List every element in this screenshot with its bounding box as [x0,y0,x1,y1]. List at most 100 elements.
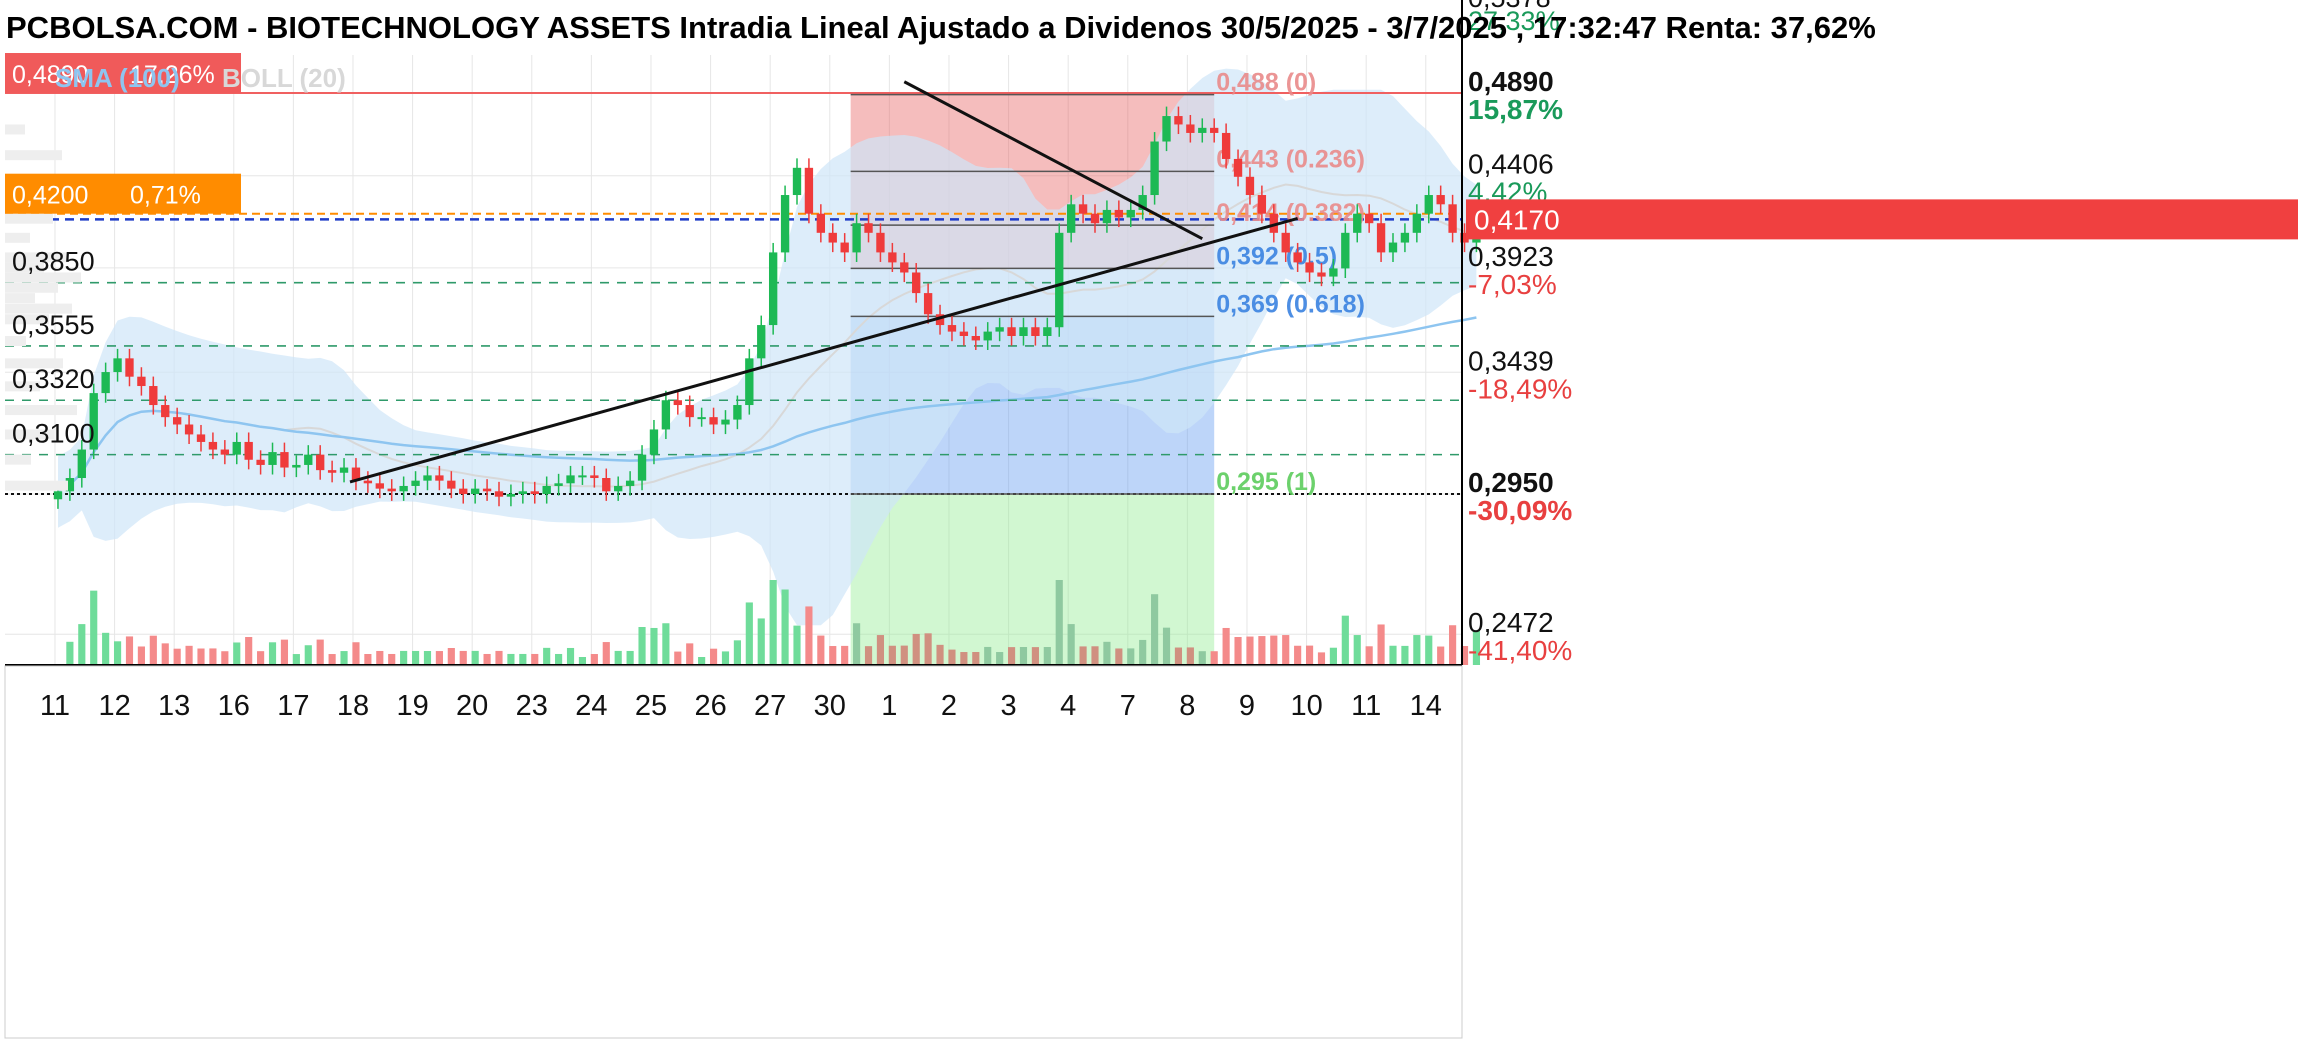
volume-bar [1139,639,1147,665]
candle-body [292,464,301,468]
candle-body [1055,232,1064,328]
volume-bar [578,657,587,665]
candle-body [1233,158,1243,177]
candle-body [113,358,122,373]
candle-body [1364,213,1374,224]
candle-body [1424,195,1433,214]
candle-body [375,483,384,489]
volume-bar [519,653,527,665]
volume-bar [1055,580,1063,665]
candle-body [316,454,325,471]
volume-bar [745,602,753,665]
candle-body [363,480,373,484]
candle-body [1198,127,1207,133]
sma-indicator-label[interactable]: SMA (100) [55,63,180,93]
volume-bar [197,648,205,665]
candle-body [125,358,134,377]
candle-body [161,405,170,418]
volume-bar [1377,624,1385,665]
candle-body [840,242,849,253]
x-tick-label: 13 [158,690,190,722]
volume-bar [233,642,241,665]
volume-bar [316,639,324,665]
candle-body [1388,242,1398,253]
x-tick-label: 10 [1290,690,1322,722]
candle-body [482,488,492,492]
volume-bar [304,645,312,665]
candle-body [959,331,969,336]
candle-body [912,272,921,294]
orange-label-price: 0,4200 [12,182,88,210]
volume-bar [1198,651,1206,665]
candle-body [780,195,790,253]
y-tick-label: 0,4890 [1468,66,1554,97]
candle-body [1317,272,1326,277]
y-tick-pct: 15,87% [1468,94,1563,125]
candle-body [53,491,63,500]
volume-bar [340,651,348,665]
volume-bar [948,649,956,665]
chart-title: PCBOLSA.COM - BIOTECHNOLOGY ASSETS Intra… [6,10,1876,45]
candle-body [852,223,861,253]
volume-bar [817,635,825,665]
volume-bar [1246,636,1254,665]
x-tick-label: 3 [1001,690,1017,722]
volume-bar [1115,648,1123,665]
volume-bar [888,645,896,665]
y-tick-pct: -41,40% [1468,635,1572,666]
volume-bar [113,641,122,665]
volume-bar [1210,651,1218,665]
volume-bar [1413,635,1421,665]
candle-body [387,488,396,492]
volume-bar [900,645,908,665]
volume-bar [876,635,885,665]
volume-bar [1222,627,1230,665]
x-tick-label: 9 [1239,690,1255,722]
candle-body [518,491,528,494]
candle-body [1126,209,1135,218]
volume-bar [1091,646,1099,665]
candle-body [470,488,480,494]
volume-bar [674,651,682,665]
volume-bar [1294,645,1302,665]
volume-bar [268,642,277,665]
volume-bar [1305,645,1314,665]
candle-body [399,485,408,492]
x-tick-label: 11 [1351,690,1381,722]
volume-bar [1151,594,1159,665]
volume-profile-bar [5,150,62,161]
volume-bar [1162,627,1171,665]
volume-bar [1329,647,1337,665]
candle-body [733,405,742,420]
x-tick-label: 20 [456,690,488,722]
candle-body [578,475,587,478]
x-tick-label: 12 [98,690,130,722]
volume-bar [102,632,110,665]
candle-body [268,452,277,465]
candle-body [566,475,575,484]
last-price-label: 0,4170 [1474,204,1560,235]
volume-bar [733,640,741,665]
candle-body [1376,223,1386,253]
x-tick-label: 25 [635,690,667,722]
candle-body [864,223,873,233]
candle-body [983,331,992,341]
volume-bar [566,647,575,665]
boll-indicator-label[interactable]: BOLL (20) [222,63,346,93]
candle-body [77,449,86,479]
stock-chart: 0,488 (0) 0,443 (0.236) 0,414 (0.382) 0,392… [0,0,2315,1040]
volume-bar [1019,647,1028,665]
volume-bar [1317,652,1326,665]
volume-bar [507,653,515,665]
x-tick-label: 1 [881,690,897,722]
candle-body [625,480,635,486]
x-tick-label: 2 [941,690,957,722]
volume-bar [435,651,443,665]
candle-body [1257,195,1267,214]
candle-body [280,452,289,468]
volume-bar [543,647,551,665]
volume-bar [602,642,610,665]
volume-bar [853,623,861,665]
candle-body [888,252,897,263]
candle-body [602,478,611,492]
